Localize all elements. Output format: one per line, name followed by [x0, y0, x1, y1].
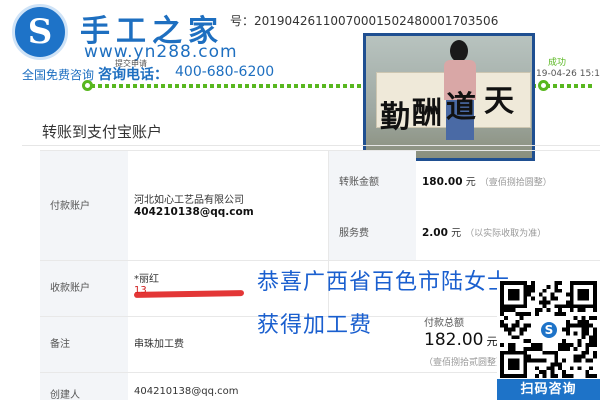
- qr-code-image[interactable]: S: [500, 281, 597, 378]
- payee-name: *丽红: [134, 274, 159, 285]
- calligraphy-char: 天: [484, 84, 514, 119]
- photo-scene: 天 道 酬 勤: [366, 36, 532, 158]
- fee-hint: （以实际收取为准）: [465, 229, 547, 239]
- total-label: 付款总额: [424, 318, 464, 329]
- brand-url[interactable]: www.yn288.com: [84, 42, 238, 62]
- payer-value-cell: 河北如心工艺品有限公司 404210138@qq.com: [128, 151, 328, 260]
- congrats-line-2: 获得加工费: [257, 313, 373, 338]
- fee-value-line: 2.00 元（以实际收取为准）: [422, 224, 546, 239]
- divider: [22, 145, 600, 146]
- creator-value-cell: 404210138@qq.com: [128, 373, 328, 400]
- qr-code-block[interactable]: S 扫码咨询: [497, 279, 600, 400]
- amount-value-cell: 180.00 元（壹佰捌拾圆整） 2.00 元（以实际收取为准）: [416, 151, 600, 260]
- payer-name: 河北如心工艺品有限公司: [134, 195, 244, 206]
- progress-start-dot: [82, 80, 93, 91]
- payee-label-cell: 收款账户: [40, 261, 128, 316]
- order-number-value: 20190426110070001502480001703506: [254, 14, 499, 28]
- amount-value-line: 180.00 元（壹佰捌拾圆整）: [422, 173, 552, 188]
- note-label-cell: 备注: [40, 317, 128, 372]
- creator-label: 创建人: [50, 390, 80, 400]
- creator-label-cell: 创建人: [40, 373, 128, 400]
- brand-logo-icon: S: [12, 4, 68, 60]
- status-time: 19-04-26 15:17: [536, 69, 600, 79]
- amount-label: 转账金额: [339, 177, 379, 188]
- scan-consult-button[interactable]: 扫码咨询: [497, 379, 600, 400]
- calligraphy-char: 酬: [412, 96, 442, 131]
- total-unit: 元: [486, 335, 498, 348]
- payer-label: 付款账户: [50, 201, 90, 212]
- note-label: 备注: [50, 339, 70, 350]
- payer-label-cell: 付款账户: [40, 151, 128, 260]
- total-hint: （壹佰捌拾贰圆整）: [424, 358, 506, 368]
- order-number: 号：20190426110070001502480001703506: [230, 12, 498, 29]
- amount-value: 180.00: [422, 176, 463, 188]
- calligraphy-photo: 天 道 酬 勤: [363, 33, 535, 161]
- total-value: 182.00: [424, 330, 484, 350]
- fee-value: 2.00: [422, 227, 448, 239]
- creator-value: 404210138@qq.com: [134, 386, 239, 397]
- brand-logo-glyph: S: [27, 12, 53, 52]
- amount-label-cell: 转账金额 服务费: [328, 151, 416, 260]
- payee-label: 收款账户: [50, 283, 90, 294]
- congrats-line-1: 恭喜广西省百色市陆女士: [257, 270, 511, 295]
- fee-label: 服务费: [339, 228, 369, 239]
- total-value-line: 182.00 元: [424, 330, 497, 350]
- table-row: 付款账户 河北如心工艺品有限公司 404210138@qq.com 转账金额 服…: [40, 150, 600, 260]
- calligraphy-char: 勤: [380, 100, 410, 135]
- status-success: 成功: [548, 58, 567, 68]
- calligraphy-char: 道: [446, 90, 476, 125]
- amount-hint: （壹佰捌拾圆整）: [479, 178, 552, 188]
- progress-end-dot: [538, 80, 549, 91]
- amount-unit: 元: [465, 177, 476, 188]
- hotline-label: 咨询电话：: [98, 67, 168, 83]
- payer-email: 404210138@qq.com: [134, 206, 254, 218]
- order-number-label: 号：: [230, 14, 255, 28]
- page-title: 转账到支付宝账户: [42, 123, 163, 141]
- qr-logo-icon: S: [539, 320, 559, 340]
- fee-unit: 元: [451, 228, 462, 239]
- note-value: 串珠加工费: [134, 339, 184, 350]
- hotline-number: 400-680-6200: [175, 64, 275, 80]
